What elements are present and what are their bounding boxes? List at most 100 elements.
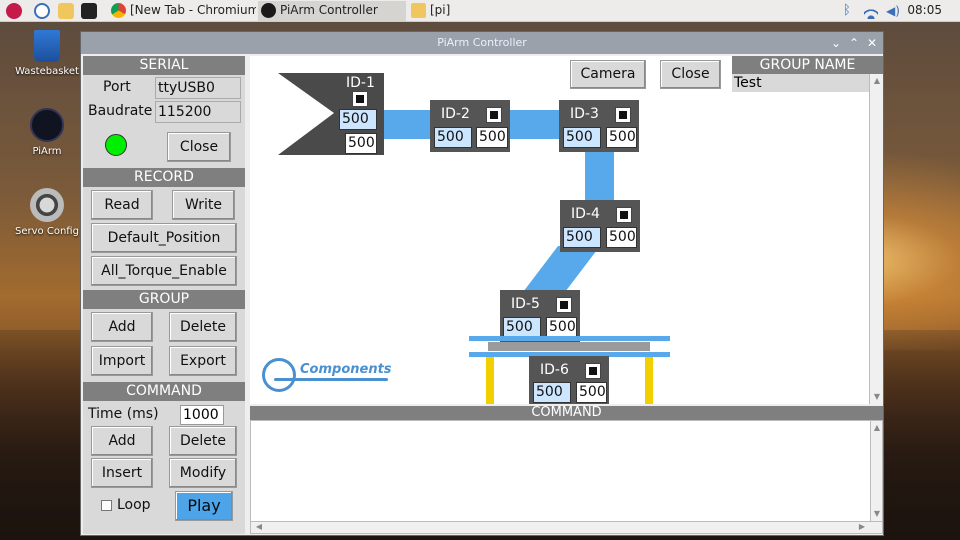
volume-icon[interactable]: ◀): [886, 3, 900, 19]
task-pi-folder[interactable]: [pi]: [408, 1, 556, 21]
servo-1-value-a[interactable]: 500: [339, 109, 377, 130]
servo-4-value-b[interactable]: 500: [606, 227, 637, 248]
task-chromium-label: [New Tab - Chromium]: [130, 3, 256, 17]
servo-1-value-b[interactable]: 500: [345, 133, 377, 154]
clock[interactable]: 08:05: [907, 3, 942, 17]
folder-icon[interactable]: [58, 3, 74, 19]
group-delete-button[interactable]: Delete: [169, 312, 237, 342]
sb-logo-mark: [262, 358, 296, 392]
servo-2-label: ID-2: [441, 106, 470, 122]
servo-2-value-b[interactable]: 500: [476, 127, 508, 148]
play-button[interactable]: Play: [175, 491, 233, 521]
insert-button[interactable]: Insert: [91, 458, 153, 488]
globe-icon[interactable]: [34, 3, 50, 19]
servo-3-value-a[interactable]: 500: [563, 127, 601, 148]
piarm-window: PiArm Controller ⌄ ⌃ ✕ SERIAL Port ttyUS…: [80, 31, 884, 536]
terminal-icon[interactable]: [81, 3, 97, 19]
piarm-icon: [30, 108, 64, 142]
wifi-icon[interactable]: [864, 3, 878, 19]
group-add-button[interactable]: Add: [91, 312, 153, 342]
time-input[interactable]: 1000: [180, 405, 224, 425]
bluetooth-icon[interactable]: ᛒ: [843, 3, 853, 19]
servo-3-checkbox[interactable]: [615, 107, 631, 123]
connection-status-led: [105, 134, 127, 156]
servo-4-checkbox[interactable]: [616, 207, 632, 223]
command-list-vscroll[interactable]: ▲ ▼: [870, 421, 882, 521]
command-add-button[interactable]: Add: [91, 426, 153, 456]
chromium-icon: [111, 3, 126, 18]
cmd-scroll-left-icon[interactable]: ◀: [253, 522, 265, 532]
servo-1-checkbox[interactable]: [352, 91, 368, 107]
port-field[interactable]: ttyUSB0: [155, 77, 241, 99]
base-leg-right: [645, 357, 653, 404]
record-header: RECORD: [83, 168, 245, 187]
loop-label: Loop: [117, 497, 151, 513]
desktop-icon-piarm[interactable]: PiArm: [12, 108, 82, 157]
servo-4-value-a[interactable]: 500: [563, 227, 601, 248]
sb-logo-text: Components: [300, 362, 392, 377]
export-button[interactable]: Export: [169, 346, 237, 376]
camera-button[interactable]: Camera: [570, 60, 646, 89]
read-button[interactable]: Read: [91, 190, 153, 220]
window-titlebar[interactable]: PiArm Controller ⌄ ⌃ ✕: [81, 32, 883, 54]
servo-2-checkbox[interactable]: [486, 107, 502, 123]
base-plate-middle: [488, 342, 650, 351]
servo-4-label: ID-4: [571, 206, 600, 222]
sb-components-logo: Components: [262, 358, 392, 392]
canvas-close-button[interactable]: Close: [660, 60, 721, 89]
desktop-icon-piarm-label: PiArm: [32, 146, 62, 157]
time-label: Time (ms): [88, 406, 159, 422]
cmd-scroll-down-icon[interactable]: ▼: [871, 509, 883, 519]
cmd-scroll-up-icon[interactable]: ▲: [871, 423, 883, 433]
loop-checkbox[interactable]: [101, 500, 112, 511]
folder-task-icon: [411, 3, 426, 18]
task-piarm[interactable]: PiArm Controller: [258, 1, 406, 21]
link-4-5: [520, 246, 600, 296]
group-list-scrollbar[interactable]: ▲ ▼: [869, 74, 883, 404]
servo-config-icon: [30, 188, 64, 222]
servo-1-label: ID-1: [346, 75, 375, 91]
cmd-scroll-right-icon[interactable]: ▶: [856, 522, 868, 532]
link-3-4: [585, 149, 614, 202]
baudrate-field[interactable]: 115200: [155, 101, 241, 123]
group-header: GROUP: [83, 290, 245, 309]
task-chromium[interactable]: [New Tab - Chromium]: [108, 1, 256, 21]
port-label: Port: [103, 79, 131, 95]
group-list-item[interactable]: Test: [732, 74, 869, 92]
command-header: COMMAND: [83, 382, 245, 401]
command-list-hscroll[interactable]: ◀ ▶: [251, 521, 882, 533]
command-delete-button[interactable]: Delete: [169, 426, 237, 456]
servo-5-checkbox[interactable]: [556, 297, 572, 313]
piarm-task-icon: [261, 3, 276, 18]
group-name-header: GROUP NAME: [732, 56, 883, 74]
servo-2-value-a[interactable]: 500: [434, 127, 472, 148]
group-name-panel: GROUP NAME Test ▲ ▼: [732, 56, 883, 404]
desktop-icon-servo-config[interactable]: Servo Config: [12, 188, 82, 237]
servo-3-value-b[interactable]: 500: [606, 127, 637, 148]
servo-6-value-a[interactable]: 500: [533, 382, 571, 403]
taskbar: [New Tab - Chromium] PiArm Controller [p…: [0, 0, 960, 22]
modify-button[interactable]: Modify: [169, 458, 237, 488]
import-button[interactable]: Import: [91, 346, 153, 376]
group-name-list[interactable]: Test: [732, 74, 869, 404]
write-button[interactable]: Write: [172, 190, 235, 220]
window-menu-icon[interactable]: ⌄: [829, 36, 843, 50]
command-list-header: COMMAND: [250, 406, 883, 420]
serial-close-button[interactable]: Close: [167, 132, 231, 162]
command-list[interactable]: ▲ ▼ ◀ ▶: [250, 420, 883, 534]
window-close-icon[interactable]: ✕: [865, 36, 879, 50]
raspberry-menu-icon[interactable]: [6, 3, 22, 19]
task-pi-label: [pi]: [430, 3, 451, 17]
servo-5-value-a[interactable]: 500: [503, 317, 541, 338]
window-minimize-icon[interactable]: ⌃: [847, 36, 861, 50]
servo-6-value-b[interactable]: 500: [576, 382, 607, 403]
servo-6-checkbox[interactable]: [585, 363, 601, 379]
scroll-up-icon[interactable]: ▲: [871, 76, 883, 86]
left-panel: SERIAL Port ttyUSB0 Baudrate 115200 Clos…: [83, 56, 245, 534]
desktop-icon-wastebasket[interactable]: Wastebasket: [12, 30, 82, 77]
servo-5-value-b[interactable]: 500: [546, 317, 577, 338]
scroll-down-icon[interactable]: ▼: [871, 392, 883, 402]
all-torque-enable-button[interactable]: All_Torque_Enable: [91, 256, 237, 286]
default-position-button[interactable]: Default_Position: [91, 223, 237, 253]
link-1-2: [384, 110, 432, 139]
